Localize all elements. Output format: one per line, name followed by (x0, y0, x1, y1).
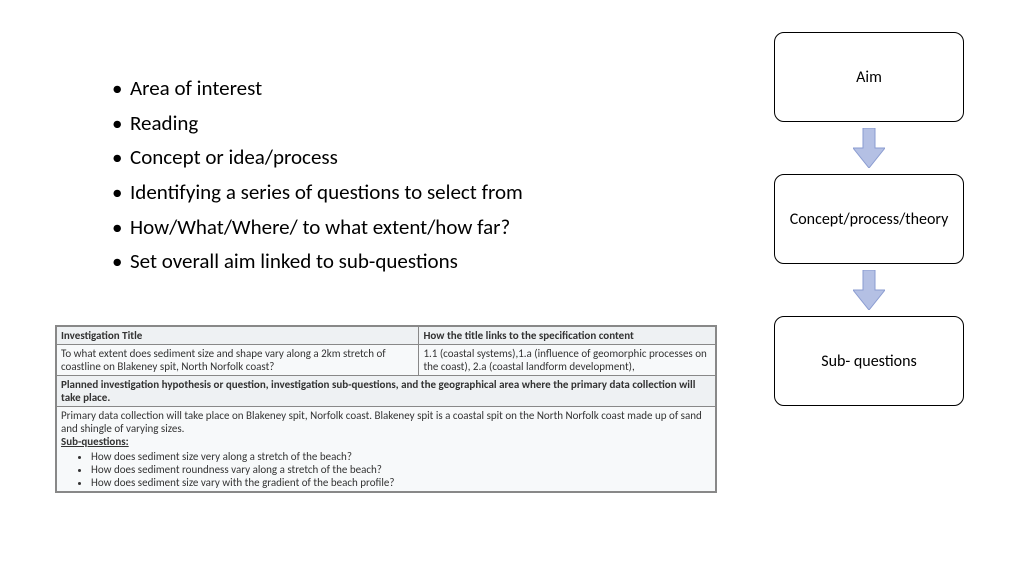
table-cell: Primary data collection will take place … (57, 407, 716, 492)
table-header: Planned investigation hypothesis or ques… (57, 376, 716, 407)
subquestion-item: How does sediment size very along a stre… (91, 450, 711, 463)
investigation-table: Investigation Title How the title links … (55, 325, 717, 493)
flow-diagram: Aim Concept/process/theory Sub- question… (769, 32, 969, 406)
table-header: How the title links to the specification… (419, 327, 716, 345)
bullet-item: How/What/Where/ to what extent/how far? (130, 210, 523, 245)
flow-box-concept: Concept/process/theory (774, 174, 964, 264)
table-cell: 1.1 (coastal systems),1.a (influence of … (419, 345, 716, 376)
subquestions-label: Sub-questions: (61, 435, 129, 448)
arrow-down-icon (853, 270, 885, 310)
flow-box-aim: Aim (774, 32, 964, 122)
bullet-item: Identifying a series of questions to sel… (130, 175, 523, 210)
table-header: Investigation Title (57, 327, 419, 345)
bullet-item: Reading (130, 106, 523, 141)
bullet-item: Area of interest (130, 71, 523, 106)
arrow-down-icon (853, 128, 885, 168)
subquestion-item: How does sediment size vary with the gra… (91, 476, 711, 489)
bullet-item: Set overall aim linked to sub-questions (130, 244, 523, 279)
table-cell: To what extent does sediment size and sh… (57, 345, 419, 376)
bullet-item: Concept or idea/process (130, 140, 523, 175)
bullet-list: Area of interest Reading Concept or idea… (90, 71, 523, 279)
flow-box-subquestions: Sub- questions (774, 316, 964, 406)
table-text: Primary data collection will take place … (61, 409, 702, 435)
subquestion-item: How does sediment roundness vary along a… (91, 463, 711, 476)
